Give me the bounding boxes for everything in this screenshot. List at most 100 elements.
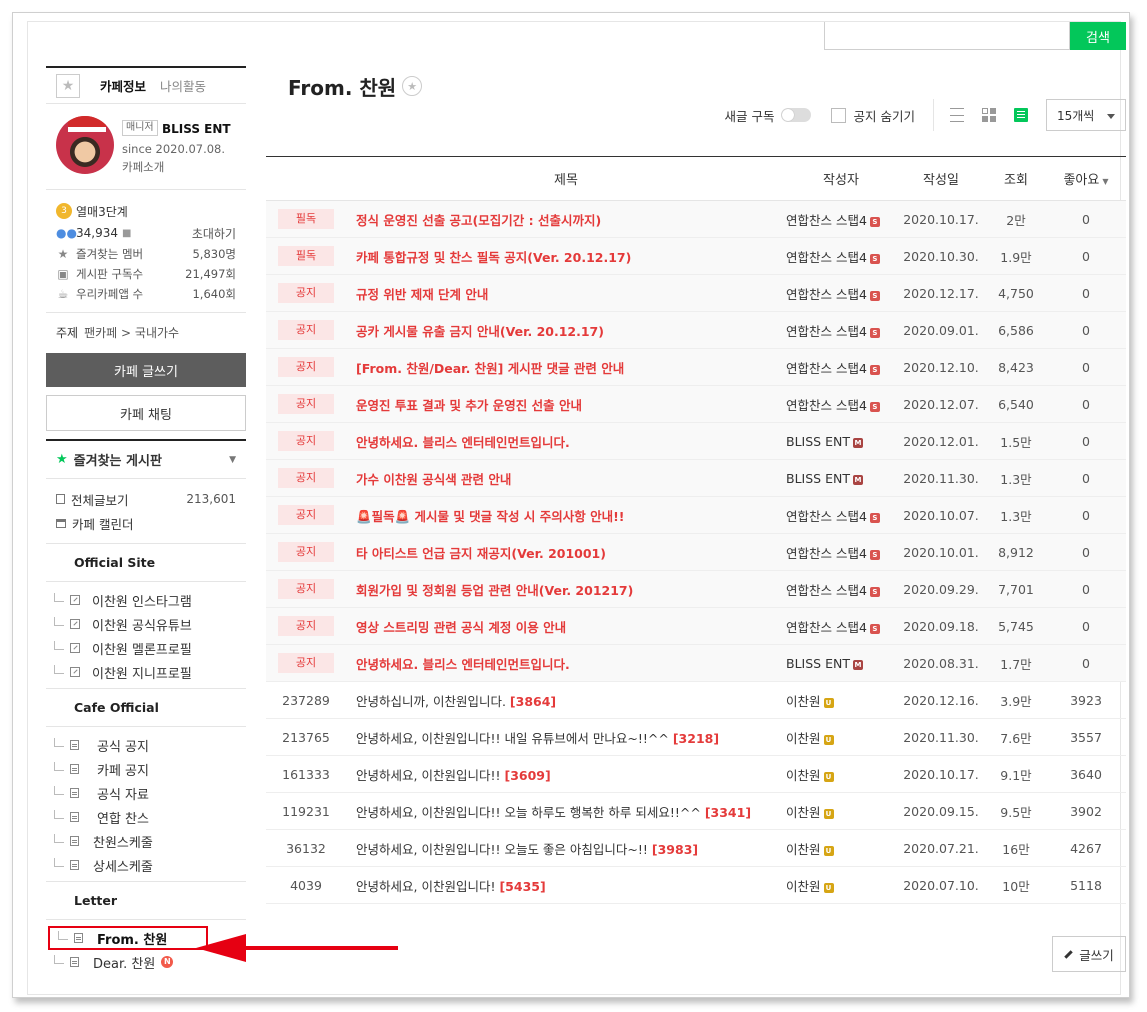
author-name[interactable]: BLISS ENT [786, 656, 850, 671]
menu-item-youtube[interactable]: 이찬원 공식유튜브 [46, 612, 246, 636]
post-subject-link[interactable]: 안녕하세요, 이찬원입니다!! 내일 유튜브에서 만나요~!!^^ [3218] [346, 718, 786, 756]
post-subject-link[interactable]: 안녕하세요. 블리스 엔터테인먼트입니다. [346, 644, 786, 682]
menu-item-official-data[interactable]: 공식 자료 [46, 781, 246, 805]
post-subject-link[interactable]: 안녕하세요. 블리스 엔터테인먼트입니다. [346, 422, 786, 460]
menu-item-schedule[interactable]: 찬원스케줄 [46, 829, 246, 853]
search-input[interactable] [824, 22, 1070, 50]
author-name[interactable]: 연합찬스 스탭4 [786, 546, 867, 561]
post-author[interactable]: 연합찬스 스탭4 S [786, 496, 896, 534]
author-name[interactable]: 연합찬스 스탭4 [786, 398, 867, 413]
post-subject-link[interactable]: 안녕하세요, 이찬원입니다!! [3609] [346, 755, 786, 793]
invite-button[interactable]: 초대하기 [192, 225, 236, 242]
comment-count[interactable]: [5435] [499, 879, 545, 894]
post-author[interactable]: 연합찬스 스탭4 S [786, 200, 896, 238]
author-name[interactable]: 연합찬스 스탭4 [786, 583, 867, 598]
author-name[interactable]: 이찬원 [786, 694, 821, 709]
author-name[interactable]: 이찬원 [786, 731, 821, 746]
search-button[interactable]: 검색 [1070, 22, 1126, 50]
author-name[interactable]: 연합찬스 스탭4 [786, 287, 867, 302]
author-name[interactable]: 이찬원 [786, 842, 821, 857]
post-subject-link[interactable]: 영상 스트리밍 관련 공식 계정 이용 안내 [346, 607, 786, 645]
post-subject[interactable]: 안녕하십니까, 이찬원입니다. [356, 694, 506, 709]
post-subject[interactable]: 안녕하세요, 이찬원입니다!! [356, 768, 500, 783]
post-author[interactable]: 이찬원 U [786, 755, 896, 793]
post-author[interactable]: BLISS ENT M [786, 644, 896, 682]
chevron-down-icon[interactable]: ▼ [229, 455, 236, 465]
cafe-intro-link[interactable]: 카페소개 [122, 159, 164, 175]
cafe-write-button[interactable]: 카페 글쓰기 [46, 353, 246, 387]
menu-item-union-chance[interactable]: 연합 찬스 [46, 805, 246, 829]
header-likes[interactable]: 좋아요 ▼ [1046, 156, 1126, 201]
author-name[interactable]: BLISS ENT [786, 434, 850, 449]
post-author[interactable]: 이찬원 U [786, 866, 896, 904]
post-subject-link[interactable]: 회원가입 및 정회원 등업 관련 안내(Ver. 201217) [346, 570, 786, 608]
menu-item-official-notice[interactable]: 공식 공지 [46, 733, 246, 757]
post-author[interactable]: 연합찬스 스탭4 S [786, 570, 896, 608]
menu-item-instagram[interactable]: 이찬원 인스타그램 [46, 588, 246, 612]
post-author[interactable]: 연합찬스 스탭4 S [786, 607, 896, 645]
post-subject-link[interactable]: 안녕하세요, 이찬원입니다!! 오늘도 좋은 아침입니다~!! [3983] [346, 829, 786, 867]
post-author[interactable]: 연합찬스 스탭4 S [786, 533, 896, 571]
menu-item-from-chanwon[interactable]: From. 찬원 [48, 926, 208, 950]
post-subject-link[interactable]: 규정 위반 제재 단계 안내 [346, 274, 786, 312]
member-count[interactable]: 34,934 [76, 226, 118, 240]
menu-item-melon[interactable]: 이찬원 멜론프로필 [46, 636, 246, 660]
tab-cafe-info[interactable]: 카페정보 [100, 76, 146, 95]
tab-my-activity[interactable]: 나의활동 [160, 76, 206, 95]
subscribe-toggle[interactable] [780, 108, 811, 122]
hide-notice-label[interactable]: 공지 숨기기 [854, 106, 915, 125]
post-author[interactable]: 연합찬스 스탭4 S [786, 385, 896, 423]
post-author[interactable]: 연합찬스 스탭4 S [786, 237, 896, 275]
post-subject-link[interactable]: 안녕하십니까, 이찬원입니다. [3864] [346, 681, 786, 719]
menu-item-detail-schedule[interactable]: 상세스케줄 [46, 853, 246, 877]
post-subject-link[interactable]: 🚨필독🚨 게시물 및 댓글 작성 시 주의사항 안내!! [346, 496, 786, 534]
level-label[interactable]: 열매3단계 [76, 203, 128, 220]
per-page-select[interactable]: 15개씩 [1046, 99, 1126, 131]
author-name[interactable]: 이찬원 [786, 768, 821, 783]
post-subject-link[interactable]: 정식 운영진 선출 공고(모집기간 : 선출시까지) [346, 200, 786, 238]
post-subject-link[interactable]: 공카 게시물 유출 금지 안내(Ver. 20.12.17) [346, 311, 786, 349]
post-subject-link[interactable]: 안녕하세요, 이찬원입니다!! 오늘 하루도 행복한 하루 되세요!!^^ [33… [346, 792, 786, 830]
menu-item-genie[interactable]: 이찬원 지니프로필 [46, 660, 246, 684]
post-author[interactable]: 이찬원 U [786, 792, 896, 830]
post-author[interactable]: 연합찬스 스탭4 S [786, 274, 896, 312]
post-subject-link[interactable]: [From. 찬원/Dear. 찬원] 게시판 댓글 관련 안내 [346, 348, 786, 386]
cafe-calendar-link[interactable]: 카페 캘린더 [56, 511, 236, 535]
author-name[interactable]: 연합찬스 스탭4 [786, 213, 867, 228]
author-name[interactable]: 연합찬스 스탭4 [786, 324, 867, 339]
avatar[interactable] [56, 116, 114, 174]
list-view-icon[interactable] [950, 108, 964, 122]
comment-count[interactable]: [3218] [673, 731, 719, 746]
post-subject-link[interactable]: 카페 통합규정 및 찬스 필독 공지(Ver. 20.12.17) [346, 237, 786, 275]
post-subject-link[interactable]: 안녕하세요, 이찬원입니다! [5435] [346, 866, 786, 904]
menu-item-cafe-notice[interactable]: 카페 공지 [46, 757, 246, 781]
comment-count[interactable]: [3341] [705, 805, 751, 820]
post-author[interactable]: 이찬원 U [786, 829, 896, 867]
comment-count[interactable]: [3864] [510, 694, 556, 709]
post-subject-link[interactable]: 타 아티스트 언급 금지 재공지(Ver. 201001) [346, 533, 786, 571]
all-posts-link[interactable]: 전체글보기 213,601 [56, 487, 236, 511]
favorite-boards-header[interactable]: ★ 즐겨찾는 게시판 ▼ [46, 439, 246, 479]
post-author[interactable]: BLISS ENT M [786, 422, 896, 460]
author-name[interactable]: 연합찬스 스탭4 [786, 250, 867, 265]
comment-count[interactable]: [3609] [504, 768, 550, 783]
post-subject-link[interactable]: 가수 이찬원 공식색 관련 안내 [346, 459, 786, 497]
post-author[interactable]: 연합찬스 스탭4 S [786, 311, 896, 349]
post-subject[interactable]: 안녕하세요, 이찬원입니다!! 오늘 하루도 행복한 하루 되세요!!^^ [356, 805, 701, 820]
post-author[interactable]: BLISS ENT M [786, 459, 896, 497]
favorite-star-icon[interactable]: ★ [402, 76, 423, 96]
post-subject[interactable]: 안녕하세요, 이찬원입니다!! 오늘도 좋은 아침입니다~!! [356, 842, 648, 857]
hide-notice-checkbox[interactable] [830, 107, 846, 123]
card-view-icon[interactable] [982, 108, 996, 122]
author-name[interactable]: 연합찬스 스탭4 [786, 620, 867, 635]
comment-count[interactable]: [3983] [652, 842, 698, 857]
author-name[interactable]: 연합찬스 스탭4 [786, 509, 867, 524]
post-author[interactable]: 연합찬스 스탭4 S [786, 348, 896, 386]
author-name[interactable]: 이찬원 [786, 879, 821, 894]
topic-value[interactable]: 팬카페 > 국내가수 [84, 324, 179, 341]
manager-name[interactable]: BLISS ENT [162, 122, 231, 136]
author-name[interactable]: BLISS ENT [786, 471, 850, 486]
post-subject[interactable]: 안녕하세요, 이찬원입니다! [356, 879, 495, 894]
post-author[interactable]: 이찬원 U [786, 681, 896, 719]
post-subject-link[interactable]: 운영진 투표 결과 및 추가 운영진 선출 안내 [346, 385, 786, 423]
